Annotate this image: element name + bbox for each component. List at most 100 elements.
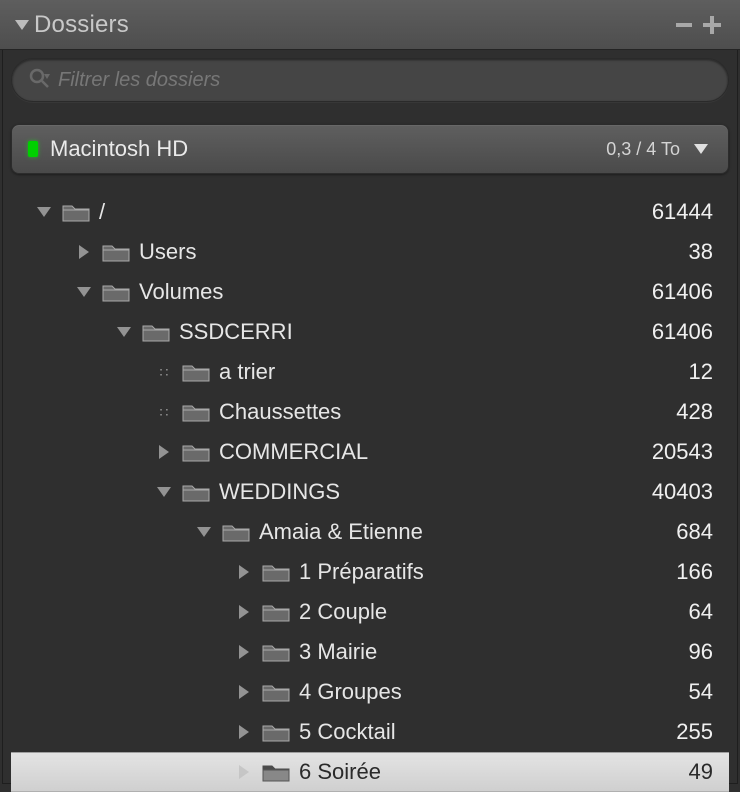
- panel-collapse-toggle[interactable]: [10, 0, 34, 50]
- folder-row[interactable]: COMMERCIAL20543: [11, 432, 729, 472]
- chevron-down-icon: [157, 487, 171, 497]
- folder-icon: [259, 561, 293, 583]
- folder-count: 96: [689, 639, 713, 665]
- disclosure-open[interactable]: [109, 327, 139, 337]
- folder-label: WEDDINGS: [219, 479, 652, 505]
- chevron-down-icon: [77, 287, 91, 297]
- disclosure-closed[interactable]: [229, 685, 259, 699]
- folder-label: SSDCERRI: [179, 319, 652, 345]
- folder-count: 684: [676, 519, 713, 545]
- disclosure-closed[interactable]: [69, 245, 99, 259]
- folder-row[interactable]: ∷ Chaussettes428: [11, 392, 729, 432]
- folder-row[interactable]: /61444: [11, 192, 729, 232]
- chevron-down-icon: [15, 20, 29, 30]
- folder-icon: [179, 361, 213, 383]
- folder-row[interactable]: 1 Préparatifs166: [11, 552, 729, 592]
- folder-label: 1 Préparatifs: [299, 559, 676, 585]
- folder-icon: [219, 521, 253, 543]
- disclosure-open[interactable]: [149, 487, 179, 497]
- disclosure-closed[interactable]: [229, 645, 259, 659]
- folder-icon: [259, 641, 293, 663]
- chevron-right-icon: [239, 645, 249, 659]
- folder-label: Chaussettes: [219, 399, 676, 425]
- folder-icon: [259, 721, 293, 743]
- folder-count: 61406: [652, 319, 713, 345]
- disclosure-open[interactable]: [189, 527, 219, 537]
- chevron-down-icon: [694, 144, 708, 154]
- folder-tree: /61444 Users38 Volumes61406 SSDCERRI6140…: [11, 192, 729, 792]
- folder-count: 40403: [652, 479, 713, 505]
- disclosure-open[interactable]: [69, 287, 99, 297]
- chevron-down-icon: [197, 527, 211, 537]
- volume-name: Macintosh HD: [50, 136, 606, 162]
- folder-row[interactable]: 5 Cocktail255: [11, 712, 729, 752]
- folder-icon: [259, 601, 293, 623]
- disclosure-closed[interactable]: [229, 725, 259, 739]
- chevron-down-icon: [37, 207, 51, 217]
- folder-count: 49: [689, 759, 713, 785]
- folder-icon: [139, 321, 173, 343]
- folder-row[interactable]: 3 Mairie96: [11, 632, 729, 672]
- chevron-right-icon: [159, 445, 169, 459]
- volume-bar[interactable]: Macintosh HD 0,3 / 4 To: [11, 124, 729, 174]
- folder-label: Amaia & Etienne: [259, 519, 676, 545]
- panel-title: Dossiers: [34, 11, 670, 39]
- folder-row[interactable]: 2 Couple64: [11, 592, 729, 632]
- folder-label: 2 Couple: [299, 599, 689, 625]
- disclosure-closed[interactable]: [149, 445, 179, 459]
- folder-search[interactable]: [11, 58, 729, 102]
- chevron-right-icon: [239, 605, 249, 619]
- folder-label: 3 Mairie: [299, 639, 689, 665]
- volume-space: 0,3 / 4 To: [606, 139, 680, 160]
- folder-count: 38: [689, 239, 713, 265]
- volume-status-led: [28, 141, 38, 157]
- folder-icon: [59, 201, 93, 223]
- chevron-right-icon: [239, 725, 249, 739]
- folder-count: 428: [676, 399, 713, 425]
- chevron-right-icon: [79, 245, 89, 259]
- folder-icon: [179, 441, 213, 463]
- add-button[interactable]: [698, 11, 726, 39]
- folder-label: 4 Groupes: [299, 679, 689, 705]
- chevron-right-icon: [239, 565, 249, 579]
- folder-row[interactable]: WEDDINGS40403: [11, 472, 729, 512]
- folder-icon: [179, 481, 213, 503]
- folder-icon: [99, 241, 133, 263]
- folder-icon: [179, 401, 213, 423]
- folder-label: COMMERCIAL: [219, 439, 652, 465]
- folder-icon: [259, 761, 293, 783]
- folder-count: 12: [689, 359, 713, 385]
- panel-header: Dossiers: [0, 0, 740, 50]
- volume-disclosure[interactable]: [690, 138, 712, 160]
- search-icon: [28, 67, 50, 94]
- disclosure-closed[interactable]: [229, 765, 259, 779]
- folder-label: 5 Cocktail: [299, 719, 676, 745]
- folder-count: 255: [676, 719, 713, 745]
- folder-count: 61444: [652, 199, 713, 225]
- folder-count: 64: [689, 599, 713, 625]
- folder-row[interactable]: Amaia & Etienne684: [11, 512, 729, 552]
- folder-row[interactable]: Users38: [11, 232, 729, 272]
- folder-label: 6 Soirée: [299, 759, 689, 785]
- folder-row[interactable]: ∷ a trier12: [11, 352, 729, 392]
- chevron-right-icon: [239, 765, 249, 779]
- folder-count: 166: [676, 559, 713, 585]
- folder-row[interactable]: Volumes61406: [11, 272, 729, 312]
- disclosure-closed[interactable]: [229, 565, 259, 579]
- folder-label: /: [99, 199, 652, 225]
- folder-count: 54: [689, 679, 713, 705]
- folder-count: 61406: [652, 279, 713, 305]
- leaf-marker: ∷: [149, 364, 179, 381]
- chevron-down-icon: [117, 327, 131, 337]
- folder-row[interactable]: 4 Groupes54: [11, 672, 729, 712]
- folder-label: a trier: [219, 359, 689, 385]
- folder-icon: [99, 281, 133, 303]
- remove-button[interactable]: [670, 11, 698, 39]
- disclosure-open[interactable]: [29, 207, 59, 217]
- search-input[interactable]: [58, 69, 712, 92]
- folder-row[interactable]: SSDCERRI61406: [11, 312, 729, 352]
- folder-label: Volumes: [139, 279, 652, 305]
- dots-icon: ∷: [160, 364, 169, 381]
- folder-row[interactable]: 6 Soirée49: [11, 752, 729, 792]
- disclosure-closed[interactable]: [229, 605, 259, 619]
